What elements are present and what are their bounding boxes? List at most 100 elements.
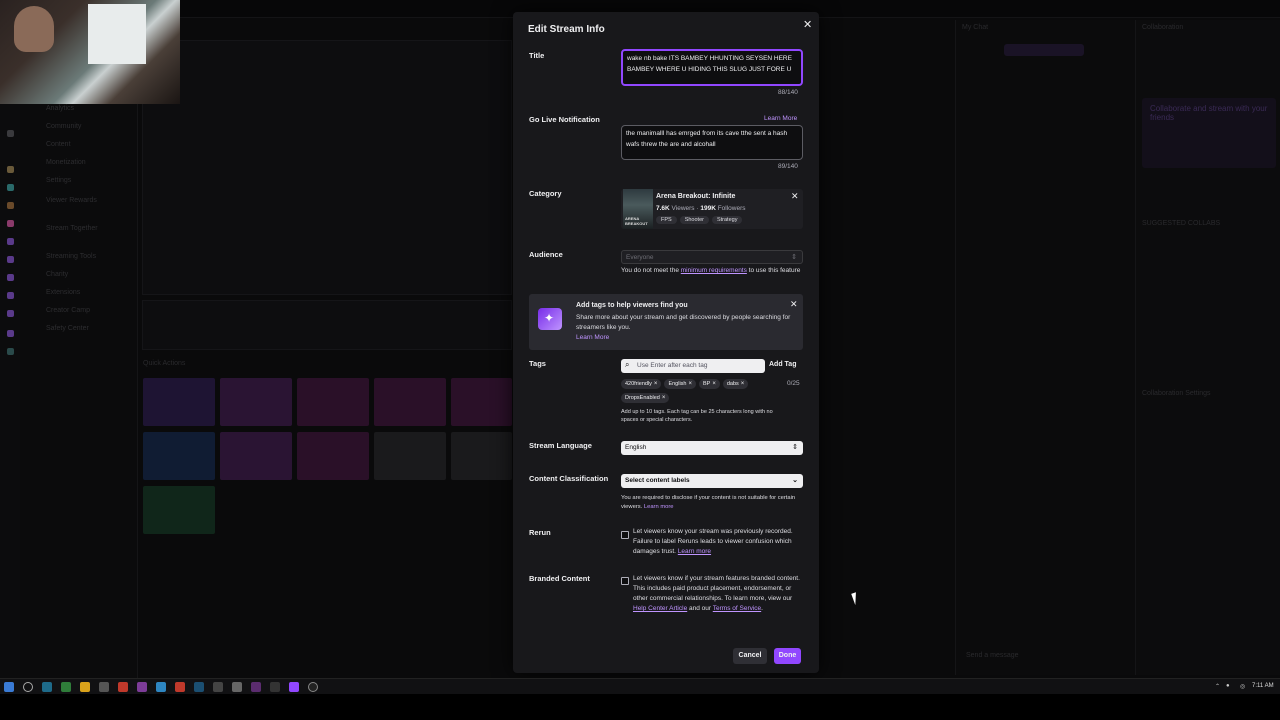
remove-tag-icon[interactable]: × — [712, 381, 716, 387]
search-icon[interactable] — [23, 682, 33, 692]
tag-text: 420friendly — [625, 381, 652, 387]
nav-icon[interactable] — [7, 274, 14, 281]
rerun-label: Rerun — [529, 528, 551, 537]
quick-action-tile[interactable] — [451, 432, 512, 480]
sidebar-item-settings[interactable]: Settings — [46, 177, 71, 184]
chevron-up-icon[interactable]: ⌃ — [1215, 683, 1220, 690]
quick-action-tile[interactable] — [297, 378, 369, 426]
file-explorer-icon[interactable] — [80, 682, 90, 692]
app-icon[interactable] — [99, 682, 109, 692]
sidebar-item-monetization[interactable]: Monetization — [46, 159, 86, 166]
quick-action-tile[interactable] — [297, 432, 369, 480]
sidebar-item-stream-together[interactable]: Stream Together — [46, 225, 98, 232]
nav-icon[interactable] — [7, 310, 14, 317]
go-live-learn-more-link[interactable]: Learn More — [764, 115, 797, 122]
nav-icon[interactable] — [7, 238, 14, 245]
quick-action-tile[interactable] — [220, 378, 292, 426]
nav-icon[interactable] — [7, 292, 14, 299]
category-tag-chip[interactable]: Shooter — [679, 216, 709, 224]
app-icon[interactable] — [118, 682, 128, 692]
app-icon[interactable] — [213, 682, 223, 692]
twitch-icon[interactable] — [289, 682, 299, 692]
sidebar-item-analytics[interactable]: Analytics — [46, 105, 74, 112]
cancel-button[interactable]: Cancel — [733, 648, 767, 664]
quick-action-tile[interactable] — [451, 378, 512, 426]
dashboard-sidebar: Analytics Community Content Monetization… — [20, 95, 138, 678]
app-icon[interactable] — [175, 682, 185, 692]
app-icon[interactable] — [156, 682, 166, 692]
app-icon[interactable] — [232, 682, 242, 692]
quick-action-tile[interactable] — [374, 378, 446, 426]
select-arrow-icon: ⇕ — [792, 444, 798, 451]
go-live-counter: 89/140 — [778, 163, 798, 170]
help-center-article-link[interactable]: Help Center Article — [633, 605, 687, 612]
tag-chip: English × — [664, 379, 696, 389]
sidebar-item-extensions[interactable]: Extensions — [46, 289, 80, 296]
rerun-checkbox[interactable] — [621, 531, 629, 539]
remove-category-icon[interactable]: ✕ — [791, 191, 799, 202]
done-button[interactable]: Done — [774, 648, 801, 664]
add-tag-button[interactable]: Add Tag — [769, 361, 796, 368]
terms-of-service-link[interactable]: Terms of Service — [713, 605, 761, 612]
tag-input[interactable]: ⌕ Use Enter after each tag — [621, 359, 765, 373]
promo-learn-more-link[interactable]: Learn More — [576, 334, 609, 341]
quick-action-tile[interactable] — [143, 486, 215, 534]
sidebar-item-safety-center[interactable]: Safety Center — [46, 325, 89, 332]
remove-tag-icon[interactable]: × — [688, 381, 692, 387]
app-icon[interactable] — [270, 682, 280, 692]
app-icon[interactable] — [42, 682, 52, 692]
nav-icon[interactable] — [7, 166, 14, 173]
app-icon[interactable] — [137, 682, 147, 692]
go-live-input[interactable]: the manimalll has emrged from its cave t… — [621, 125, 803, 160]
rerun-learn-more-link[interactable]: Learn more — [678, 548, 711, 555]
chat-input[interactable]: Send a message — [966, 652, 1019, 659]
classification-learn-more-link[interactable]: Learn more — [644, 504, 674, 510]
category-card[interactable]: ARENA BREAKOUT Arena Breakout: Infinite … — [621, 189, 803, 229]
branded-content-checkbox[interactable] — [621, 577, 629, 585]
sidebar-item-charity[interactable]: Charity — [46, 271, 68, 278]
sidebar-item-viewer-rewards[interactable]: Viewer Rewards — [46, 197, 97, 204]
windows-start-icon[interactable] — [4, 682, 14, 692]
remove-tag-icon[interactable]: × — [741, 381, 745, 387]
app-icon[interactable] — [251, 682, 261, 692]
close-icon[interactable]: ✕ — [803, 19, 813, 31]
sidebar-item-creator-camp[interactable]: Creator Camp — [46, 307, 90, 314]
close-icon[interactable]: ✕ — [790, 299, 798, 310]
nav-icon[interactable] — [7, 130, 14, 137]
quick-action-tile[interactable] — [143, 432, 215, 480]
category-tag-chip[interactable]: FPS — [656, 216, 677, 224]
taskbar-clock[interactable]: 7:11 AM — [1252, 683, 1274, 689]
sidebar-item-content[interactable]: Content — [46, 141, 71, 148]
obs-icon[interactable] — [308, 682, 318, 692]
category-stats: 7.6K Viewers · 199K Followers — [656, 205, 746, 212]
nav-icon[interactable] — [7, 330, 14, 337]
go-live-label: Go Live Notification — [529, 115, 600, 124]
tag-chip: BP × — [699, 379, 720, 389]
minimum-requirements-link[interactable]: minimum requirements — [681, 267, 747, 274]
remove-tag-icon[interactable]: × — [662, 395, 666, 401]
tag-chip: DropsEnabled × — [621, 393, 670, 403]
nav-icon[interactable] — [7, 256, 14, 263]
nav-icon[interactable] — [7, 184, 14, 191]
microphone-icon[interactable]: ● — [1226, 683, 1230, 689]
subscription-button[interactable] — [1004, 44, 1084, 56]
quick-action-tile[interactable] — [143, 378, 215, 426]
nav-icon[interactable] — [7, 348, 14, 355]
remove-tag-icon[interactable]: × — [654, 381, 658, 387]
sidebar-item-community[interactable]: Community — [46, 123, 81, 130]
nav-icon[interactable] — [7, 220, 14, 227]
content-labels-select[interactable]: Select content labels ⌄ — [621, 474, 803, 488]
sidebar-item-streaming-tools[interactable]: Streaming Tools — [46, 253, 96, 260]
category-tag-chip[interactable]: Strategy — [711, 216, 743, 224]
app-icon[interactable] — [61, 682, 71, 692]
tags-counter: 0/25 — [787, 380, 800, 387]
branded-text: Let viewers know if your stream features… — [633, 575, 800, 602]
edit-stream-info-modal: Edit Stream Info ✕ Title wake nb bake IT… — [513, 12, 819, 673]
network-icon[interactable]: ◎ — [1240, 683, 1245, 690]
nav-icon[interactable] — [7, 202, 14, 209]
quick-action-tile[interactable] — [220, 432, 292, 480]
quick-action-tile[interactable] — [374, 432, 446, 480]
stream-language-select[interactable]: English ⇕ — [621, 441, 803, 455]
title-input[interactable]: wake nb bake ITS BAMBEY HHUNTING SEYSEN … — [621, 49, 803, 86]
steam-icon[interactable] — [194, 682, 204, 692]
